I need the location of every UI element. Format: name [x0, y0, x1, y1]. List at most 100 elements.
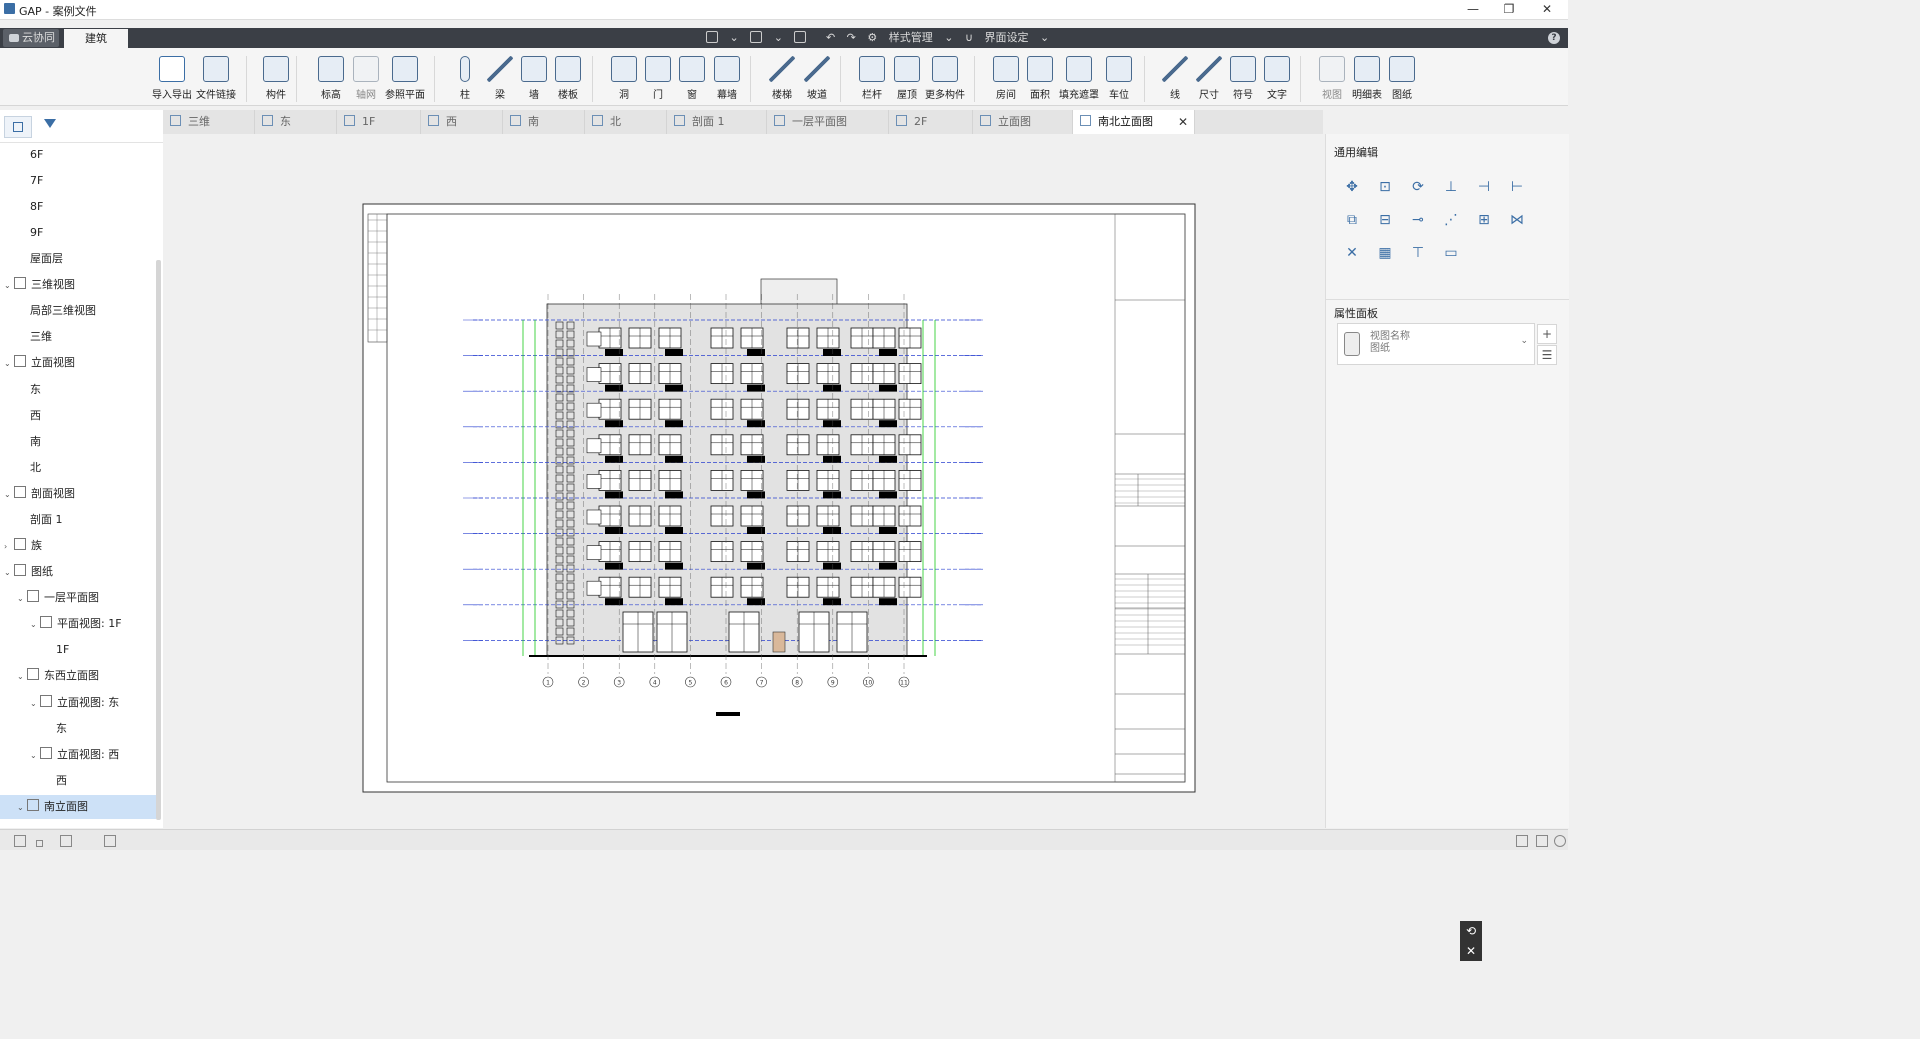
tree-node[interactable]: 西	[30, 404, 41, 428]
tree-node[interactable]: ⌄ 剖面视图	[4, 482, 75, 506]
tab-architecture[interactable]: 建筑	[64, 29, 128, 48]
ramp-button[interactable]: 坡道	[795, 54, 839, 104]
file-link-button[interactable]: 文件链接	[194, 54, 238, 104]
doc-tab[interactable]: 南北立面图 ✕	[1073, 110, 1195, 134]
tab-cloud-collab[interactable]: 云协同	[3, 29, 59, 47]
fill-mask-button[interactable]: 填充遮罩	[1057, 54, 1101, 104]
tree-node[interactable]: 9F	[30, 221, 43, 245]
sheet-button[interactable]: 图纸	[1380, 54, 1424, 104]
doc-tab[interactable]: 北	[585, 110, 667, 134]
status-monitor-icon[interactable]	[1516, 835, 1528, 847]
slab-button[interactable]: 楼板	[546, 54, 590, 104]
more-components-button[interactable]: 更多构件	[923, 54, 967, 104]
component-button[interactable]: 构件	[254, 54, 298, 104]
expand-chevron-icon[interactable]: ⌄	[30, 613, 40, 637]
property-list-button[interactable]: ☰	[1537, 345, 1557, 365]
grid-button[interactable]: 轴网	[344, 54, 388, 104]
edit-tool-icon[interactable]: ⊡	[1377, 179, 1393, 195]
tree-node[interactable]: ⌄ 一层平面图	[17, 586, 99, 610]
expand-chevron-icon[interactable]: ⌄	[17, 796, 27, 820]
tree-scrollbar[interactable]	[156, 260, 161, 820]
curtain-wall-button[interactable]: 幕墙	[705, 54, 749, 104]
tree-node[interactable]: 东	[56, 717, 67, 741]
status-settings-icon[interactable]	[1554, 835, 1566, 847]
tree-node[interactable]: 西	[56, 769, 67, 793]
close-nav-icon[interactable]: ✕	[1460, 941, 1482, 961]
expand-chevron-icon[interactable]: ⌄	[17, 587, 27, 611]
tree-node[interactable]: ⌄ 图纸	[4, 560, 53, 584]
tree-node[interactable]: 6F	[30, 143, 43, 167]
edit-tool-icon[interactable]: ⊢	[1509, 179, 1525, 195]
tree-node[interactable]: 南	[30, 430, 41, 454]
rotate-view-icon[interactable]: ⟲	[1460, 921, 1482, 941]
layout-icon[interactable]	[104, 835, 116, 847]
doc-tab[interactable]: 一层平面图	[767, 110, 889, 134]
close-window-button[interactable]: ✕	[1532, 1, 1562, 17]
doc-tab[interactable]: 西	[421, 110, 503, 134]
doc-tab[interactable]: 剖面 1	[667, 110, 767, 134]
view-type-selector[interactable]: 视图名称 图纸 ⌄	[1337, 323, 1535, 365]
add-property-button[interactable]: +	[1537, 324, 1557, 344]
expand-chevron-icon[interactable]: ›	[4, 535, 14, 559]
tree-node[interactable]: ⌄ 平面视图: 1F	[30, 612, 122, 636]
expand-chevron-icon[interactable]: ⌄	[4, 352, 14, 376]
edit-tool-icon[interactable]: ⊟	[1377, 212, 1393, 228]
tree-node[interactable]: ⌄ 南立面图	[0, 795, 156, 819]
small-view-icon[interactable]	[36, 840, 43, 847]
edit-tool-icon[interactable]: ⋈	[1509, 212, 1525, 228]
doc-tab[interactable]: 三维	[163, 110, 255, 134]
minimize-button[interactable]: —	[1458, 1, 1488, 17]
status-doc-icon[interactable]	[1536, 835, 1548, 847]
help-icon[interactable]: ?	[1548, 32, 1560, 44]
tree-node[interactable]: 三维	[30, 325, 52, 349]
ui-settings-button[interactable]: ∪ 界面设定 ⌄	[965, 30, 1049, 46]
expand-chevron-icon[interactable]: ⌄	[4, 274, 14, 298]
parking-button[interactable]: 车位	[1097, 54, 1141, 104]
tile-view-icon[interactable]	[60, 835, 72, 847]
expand-chevron-icon[interactable]: ⌄	[4, 561, 14, 585]
tree-node[interactable]: ⌄ 东西立面图	[17, 664, 99, 688]
tree-node[interactable]: 北	[30, 456, 41, 480]
edit-tool-icon[interactable]: ⧉	[1344, 212, 1360, 228]
filter-icon[interactable]	[44, 119, 56, 128]
tree-node[interactable]: ⌄ 立面视图: 东	[30, 691, 119, 715]
expand-chevron-icon[interactable]: ⌄	[30, 692, 40, 716]
expand-chevron-icon[interactable]: ⌄	[30, 744, 40, 768]
tree-node[interactable]: 东	[30, 378, 41, 402]
edit-tool-icon[interactable]: ✕	[1344, 245, 1360, 261]
tree-node[interactable]: 局部三维视图	[30, 299, 96, 323]
style-manage-button[interactable]: ⚙ 样式管理 ⌄	[867, 30, 953, 46]
area-button[interactable]: 面积	[1018, 54, 1062, 104]
edit-tool-icon[interactable]: ▦	[1377, 245, 1393, 261]
edit-tool-icon[interactable]: ⋰	[1443, 212, 1459, 228]
edit-tool-icon[interactable]: ⟳	[1410, 179, 1426, 195]
expand-chevron-icon[interactable]: ⌄	[4, 483, 14, 507]
doc-tab[interactable]: 东	[255, 110, 337, 134]
edit-tool-icon[interactable]: ⊣	[1476, 179, 1492, 195]
save-icon[interactable]	[794, 30, 814, 46]
drawing-canvas[interactable]: 1 2 3 4 5 6 7 8 9 10 11 ⟲ ✕	[163, 134, 1482, 961]
close-tab-icon[interactable]: ✕	[1178, 110, 1188, 134]
tree-node[interactable]: ⌄ 三维视图	[4, 273, 75, 297]
grid-view-icon[interactable]	[14, 835, 26, 847]
tree-node[interactable]: 8F	[30, 195, 43, 219]
new-file-icon[interactable]: ⌄	[706, 30, 739, 46]
panel-toggle-icon[interactable]	[4, 116, 32, 138]
tree-node[interactable]: 7F	[30, 169, 43, 193]
tree-node[interactable]: ⌄ 立面视图	[4, 351, 75, 375]
redo-icon[interactable]: ↷	[847, 30, 856, 46]
edit-tool-icon[interactable]: ✥	[1344, 179, 1360, 195]
edit-tool-icon[interactable]: ⊤	[1410, 245, 1426, 261]
expand-chevron-icon[interactable]: ⌄	[17, 665, 27, 689]
undo-icon[interactable]: ↶	[826, 30, 835, 46]
tree-node[interactable]: 剖面 1	[30, 508, 63, 532]
doc-tab[interactable]: 南	[503, 110, 585, 134]
doc-tab[interactable]: 1F	[337, 110, 421, 134]
tree-node[interactable]: ⌄ 立面视图: 西	[30, 743, 119, 767]
ref-plane-button[interactable]: 参照平面	[383, 54, 427, 104]
maximize-button[interactable]: ❐	[1494, 1, 1524, 17]
tree-node[interactable]: 屋面层	[30, 247, 63, 271]
text-button[interactable]: 文字	[1255, 54, 1299, 104]
import-export-button[interactable]: 导入导出	[150, 54, 194, 104]
open-file-icon[interactable]: ⌄	[750, 30, 783, 46]
